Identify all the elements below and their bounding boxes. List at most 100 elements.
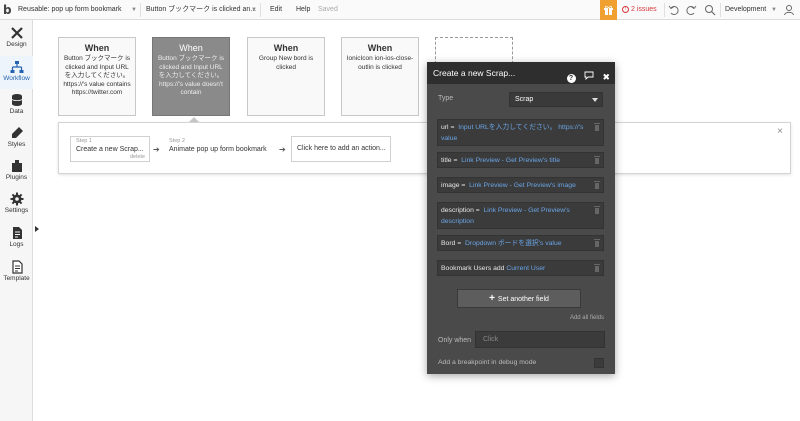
- sidebar-item-settings[interactable]: Settings: [0, 188, 33, 221]
- event-card[interactable]: When Group New bord is clicked: [247, 37, 325, 116]
- event-description: Group New bord is clicked: [258, 55, 314, 71]
- sidebar-label: Settings: [4, 207, 29, 214]
- field-value[interactable]: Current User: [506, 265, 545, 272]
- trash-icon[interactable]: [594, 264, 600, 272]
- set-another-field-button[interactable]: + Set another field: [457, 289, 581, 308]
- add-event-placeholder[interactable]: [435, 37, 513, 64]
- property-editor: Create a new Scrap... ? ✖ Type Scrap url…: [427, 62, 615, 374]
- event-when: When: [84, 43, 110, 53]
- close-icon[interactable]: ✖: [602, 71, 610, 83]
- trash-icon[interactable]: [594, 181, 600, 189]
- field-title[interactable]: title = Link Preview - Get Preview's tit…: [437, 152, 604, 168]
- event-when: When: [179, 43, 203, 53]
- event-card-selected[interactable]: When Button ブックマーク is clicked and Input …: [152, 37, 230, 116]
- step-number: Step 2: [169, 138, 185, 144]
- add-action-button[interactable]: Click here to add an action...: [291, 136, 391, 162]
- editor-header[interactable]: Create a new Scrap... ? ✖: [427, 62, 615, 84]
- field-key: image: [441, 182, 460, 189]
- event-card[interactable]: When IonicIcon ion-ios-close-outlin is c…: [341, 37, 419, 116]
- step-1[interactable]: Step 1 Create a new Scrap... delete: [70, 136, 150, 162]
- event-when: When: [367, 43, 393, 53]
- help-menu[interactable]: Help: [296, 0, 310, 20]
- breakpoint-checkbox[interactable]: [594, 358, 604, 368]
- field-bord[interactable]: Bord = Dropdown ボードを選択's value: [437, 235, 604, 251]
- logs-icon: [12, 227, 22, 239]
- data-icon: [11, 94, 22, 106]
- sidebar-item-data[interactable]: Data: [0, 89, 33, 122]
- event-card[interactable]: When Button ブックマーク is clicked and Input …: [58, 37, 136, 116]
- field-key: Bookmark Users add: [441, 265, 505, 272]
- field-value[interactable]: Link Preview - Get Preview's title: [461, 157, 560, 164]
- trash-icon[interactable]: [594, 123, 600, 131]
- sidebar-label: Logs: [9, 241, 24, 248]
- breakpoint-label: Add a breakpoint in debug mode: [438, 359, 537, 366]
- step-arrow-icon: ➔: [153, 145, 160, 154]
- divider: [260, 3, 261, 17]
- sidebar-item-styles[interactable]: Styles: [0, 122, 33, 155]
- help-icon[interactable]: ?: [566, 74, 576, 83]
- field-value[interactable]: Dropdown ボードを選択's value: [465, 240, 561, 247]
- environment-selector[interactable]: Development: [725, 0, 766, 20]
- gift-button[interactable]: [600, 0, 617, 20]
- field-equals: =: [457, 240, 462, 247]
- plus-icon: +: [489, 293, 495, 304]
- redo-icon[interactable]: [685, 4, 697, 16]
- comment-icon[interactable]: [584, 71, 594, 83]
- warning-icon: !: [622, 5, 629, 13]
- field-value[interactable]: Input URLを入力してください。 https://'s value: [441, 124, 583, 142]
- sidebar-item-template[interactable]: Template: [0, 256, 33, 289]
- sidebar-expand-arrow-icon[interactable]: [35, 226, 39, 232]
- step-title: Animate pop up form bookmark: [169, 146, 267, 153]
- divider: [664, 3, 665, 17]
- step-2[interactable]: Step 2 Animate pop up form bookmark: [163, 136, 280, 162]
- step-delete-link[interactable]: delete: [130, 154, 145, 160]
- field-equals: =: [450, 124, 455, 131]
- issues-count: 2 issues: [630, 6, 657, 13]
- type-dropdown[interactable]: Scrap: [509, 92, 603, 107]
- event-selector[interactable]: Button ブックマーク is clicked an...: [146, 0, 256, 20]
- field-url[interactable]: url = Input URLを入力してください。 https://'s val…: [437, 119, 604, 146]
- sidebar-item-logs[interactable]: Logs: [0, 222, 33, 255]
- trash-icon[interactable]: [594, 206, 600, 214]
- add-action-label: Click here to add an action...: [297, 145, 386, 152]
- user-icon[interactable]: [783, 4, 795, 16]
- trash-icon[interactable]: [594, 239, 600, 247]
- set-another-field-label: Set another field: [497, 296, 549, 303]
- sidebar-label: Workflow: [3, 75, 30, 82]
- only-when-input[interactable]: Click: [475, 331, 605, 348]
- step-title: Create a new Scrap...: [76, 146, 144, 153]
- field-image[interactable]: image = Link Preview - Get Preview's ima…: [437, 177, 604, 193]
- issues-indicator[interactable]: ! 2 issues: [622, 0, 657, 20]
- sidebar-item-plugins[interactable]: Plugins: [0, 155, 33, 188]
- field-description[interactable]: description = Link Preview - Get Preview…: [437, 202, 604, 229]
- divider: [720, 3, 721, 17]
- trash-icon[interactable]: [594, 156, 600, 164]
- field-key: Bord: [441, 240, 456, 247]
- environment-caret-icon[interactable]: ▼: [771, 0, 777, 20]
- field-value[interactable]: Link Preview - Get Preview's image: [469, 182, 576, 189]
- plugins-icon: [11, 160, 22, 172]
- sidebar-label: Design: [6, 41, 27, 48]
- divider: [140, 3, 141, 17]
- step-arrow-icon: ➔: [279, 145, 286, 154]
- sidebar-label: Plugins: [5, 174, 28, 181]
- type-value: Scrap: [515, 96, 534, 103]
- event-when: When: [273, 43, 299, 53]
- undo-icon[interactable]: [668, 4, 680, 16]
- chevron-down-icon: [592, 98, 598, 102]
- edit-menu[interactable]: Edit: [270, 0, 282, 20]
- add-all-fields-link[interactable]: Add all fields: [570, 315, 604, 321]
- event-description: Button ブックマーク is clicked and Input URL を…: [157, 55, 225, 97]
- page-caret-icon[interactable]: ▼: [131, 0, 137, 20]
- event-caret-icon[interactable]: ▼: [251, 0, 257, 20]
- search-icon[interactable]: [704, 4, 716, 16]
- field-bookmark-users[interactable]: Bookmark Users add Current User: [437, 260, 604, 276]
- close-steps-icon[interactable]: ×: [777, 126, 783, 137]
- sidebar-item-design[interactable]: Design: [0, 22, 33, 55]
- bubble-logo-icon[interactable]: b: [3, 1, 17, 19]
- only-when-placeholder: Click: [483, 336, 499, 343]
- saved-status: Saved: [318, 6, 338, 13]
- page-selector[interactable]: Reusable: pop up form bookmark: [18, 0, 122, 20]
- workflow-steps-panel: × Step 1 Create a new Scrap... delete ➔ …: [58, 122, 791, 174]
- sidebar-item-workflow[interactable]: Workflow: [0, 56, 33, 89]
